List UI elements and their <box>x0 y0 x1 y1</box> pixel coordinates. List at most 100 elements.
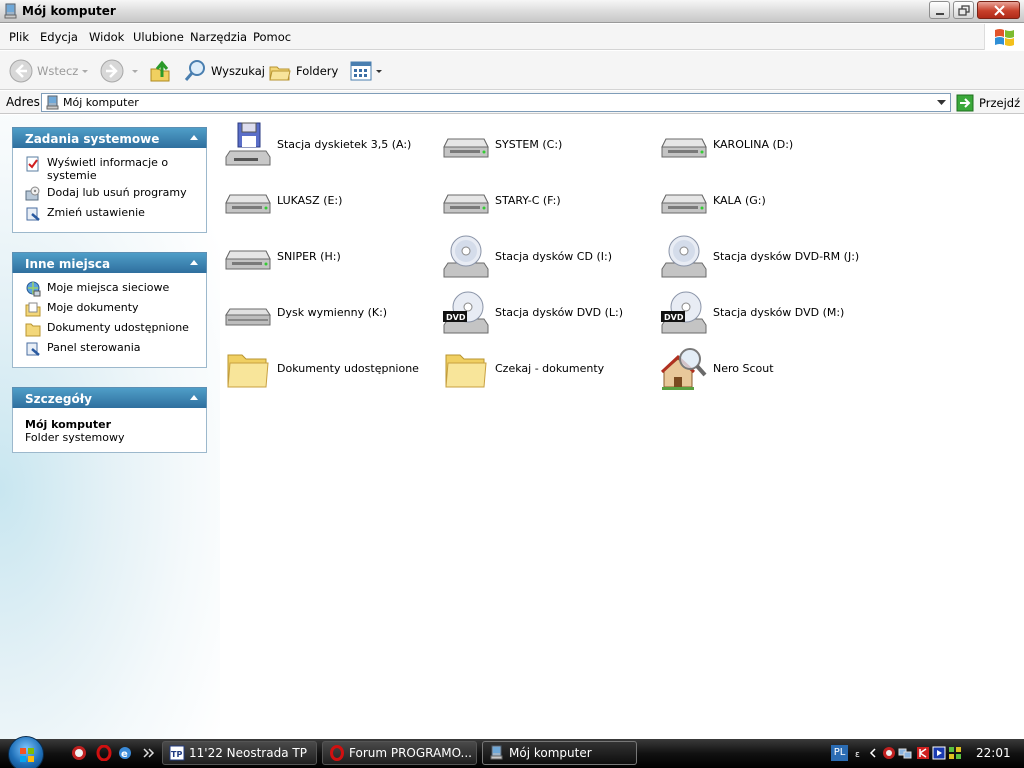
drive-item-floppy[interactable]: Stacja dyskietek 3,5 (A:) <box>220 119 430 167</box>
task-add-remove-programs[interactable]: Dodaj lub usuń programy <box>25 186 198 202</box>
menu-pomoc[interactable]: Pomoc <box>253 30 291 44</box>
forward-arrow-icon <box>100 59 124 83</box>
other-places-header[interactable]: Inne miejsca <box>12 252 207 273</box>
place-my-documents[interactable]: Moje dokumenty <box>25 301 198 317</box>
hard-drive-icon <box>443 138 489 158</box>
forward-dropdown-icon[interactable] <box>132 70 138 73</box>
antivirus-quicklaunch-icon[interactable] <box>71 745 87 761</box>
go-arrow-icon <box>956 94 974 111</box>
minimize-button[interactable] <box>929 1 950 19</box>
svg-text:TP: TP <box>171 750 182 759</box>
taskbar-button-label: 11'22 Neostrada TP <box>189 746 307 760</box>
folders-label: Foldery <box>296 64 339 78</box>
search-button[interactable]: Wyszukaj <box>183 58 265 84</box>
hard-drive-icon <box>225 250 271 270</box>
other-places-panel: Inne miejsca Moje miejsca sieciowe Moje … <box>12 252 207 368</box>
title-bar[interactable]: Mój komputer <box>0 0 1024 23</box>
place-label: Panel sterowania <box>47 341 141 354</box>
drive-item-e[interactable]: LUKASZ (E:) <box>220 175 430 223</box>
up-folder-icon <box>150 60 170 82</box>
app-item-nero-scout[interactable]: Nero Scout <box>656 343 866 391</box>
internet-explorer-quicklaunch-icon[interactable]: e <box>117 745 133 761</box>
svg-text:e: e <box>121 749 128 760</box>
back-button[interactable]: Wstecz <box>9 58 78 84</box>
task-system-info[interactable]: Wyświetl informacje o systemie <box>25 156 198 182</box>
close-button[interactable] <box>977 1 1020 19</box>
chevron-down-icon <box>937 99 946 105</box>
menu-plik[interactable]: Plik <box>9 30 29 44</box>
drive-item-m[interactable]: DVD Stacja dysków DVD (M:) <box>656 287 866 335</box>
start-button[interactable] <box>8 736 44 768</box>
clock[interactable]: 22:01 <box>976 746 1011 760</box>
back-label: Wstecz <box>37 64 79 78</box>
window-title: Mój komputer <box>22 4 116 18</box>
antivirus-tray-icon[interactable] <box>882 745 896 761</box>
add-remove-programs-icon <box>25 186 40 201</box>
views-button[interactable] <box>349 58 373 84</box>
address-input[interactable]: Mój komputer <box>41 93 951 112</box>
folders-button[interactable]: Foldery <box>268 58 338 84</box>
task-change-setting[interactable]: Zmień ustawienie <box>25 206 198 222</box>
drive-item-l[interactable]: DVD Stacja dysków DVD (L:) <box>438 287 648 335</box>
taskbar-button-forum[interactable]: Forum PROGRAMO... <box>322 741 477 765</box>
opera-icon <box>330 745 344 761</box>
taskbar-button-my-computer[interactable]: Mój komputer <box>482 741 637 765</box>
place-label: Moje miejsca sieciowe <box>47 281 170 294</box>
folder-item-shared-documents[interactable]: Dokumenty udostępnione <box>220 343 430 391</box>
network-places-icon <box>26 281 41 297</box>
forward-button[interactable] <box>100 58 124 84</box>
views-icon <box>350 61 372 81</box>
cd-drive-icon <box>443 235 489 278</box>
drive-item-d[interactable]: KAROLINA (D:) <box>656 119 866 167</box>
cd-drive-icon <box>661 235 707 278</box>
hard-drive-icon <box>443 194 489 214</box>
up-folder-button[interactable] <box>149 58 171 84</box>
drive-item-j[interactable]: Stacja dysków DVD-RM (J:) <box>656 231 866 279</box>
drive-item-i[interactable]: Stacja dysków CD (I:) <box>438 231 648 279</box>
system-tasks-header[interactable]: Zadania systemowe <box>12 127 207 148</box>
hard-drive-icon <box>661 138 707 158</box>
go-button[interactable]: Przejdź <box>956 93 1020 112</box>
collapse-icon[interactable] <box>190 395 198 400</box>
folders-icon <box>269 66 291 81</box>
task-label: Zmień ustawienie <box>47 206 145 219</box>
place-control-panel[interactable]: Panel sterowania <box>25 341 198 357</box>
menu-narzedzia[interactable]: Narzędzia <box>190 30 247 44</box>
details-header[interactable]: Szczegóły <box>12 387 207 408</box>
drive-item-c[interactable]: SYSTEM (C:) <box>438 119 648 167</box>
chevron-left-icon[interactable] <box>866 745 880 761</box>
folder-icon <box>25 323 41 337</box>
media-player-tray-icon[interactable] <box>932 745 946 761</box>
item-label: Stacja dysków DVD (M:) <box>713 306 845 319</box>
language-indicator[interactable]: PL <box>831 745 848 761</box>
menu-edycja[interactable]: Edycja <box>40 30 78 44</box>
drive-item-h[interactable]: SNIPER (H:) <box>220 231 430 279</box>
chevron-right-icon[interactable] <box>141 745 157 761</box>
opera-quicklaunch-icon[interactable] <box>96 745 112 761</box>
back-dropdown-icon[interactable] <box>82 70 88 73</box>
task-label: Dodaj lub usuń programy <box>47 186 187 199</box>
views-dropdown-icon[interactable] <box>376 70 382 73</box>
place-shared-documents[interactable]: Dokumenty udostępnione <box>25 321 198 337</box>
collapse-icon[interactable] <box>190 260 198 265</box>
drive-item-f[interactable]: STARY-C (F:) <box>438 175 648 223</box>
restore-button[interactable] <box>953 1 974 19</box>
svg-text:DVD: DVD <box>664 313 684 322</box>
taskbar-button-neostrada[interactable]: TP 11'22 Neostrada TP <box>162 741 317 765</box>
item-label: Stacja dyskietek 3,5 (A:) <box>277 138 412 151</box>
item-label: SNIPER (H:) <box>277 250 341 263</box>
menu-widok[interactable]: Widok <box>89 30 124 44</box>
folder-item-czekaj[interactable]: Czekaj - dokumenty <box>438 343 648 391</box>
network-tray-icon[interactable] <box>898 745 912 761</box>
address-value: Mój komputer <box>63 96 139 109</box>
place-network[interactable]: Moje miejsca sieciowe <box>25 281 198 297</box>
kaspersky-tray-icon[interactable] <box>916 745 930 761</box>
hard-drive-icon <box>661 194 707 214</box>
drive-item-g[interactable]: KALA (G:) <box>656 175 866 223</box>
drive-item-k[interactable]: Dysk wymienny (K:) <box>220 287 430 335</box>
collapse-icon[interactable] <box>190 135 198 140</box>
keyboard-layout-icon[interactable]: ɛ <box>852 745 866 761</box>
app-tray-icon[interactable] <box>948 745 962 761</box>
address-dropdown-button[interactable] <box>933 94 950 111</box>
menu-ulubione[interactable]: Ulubione <box>133 30 184 44</box>
